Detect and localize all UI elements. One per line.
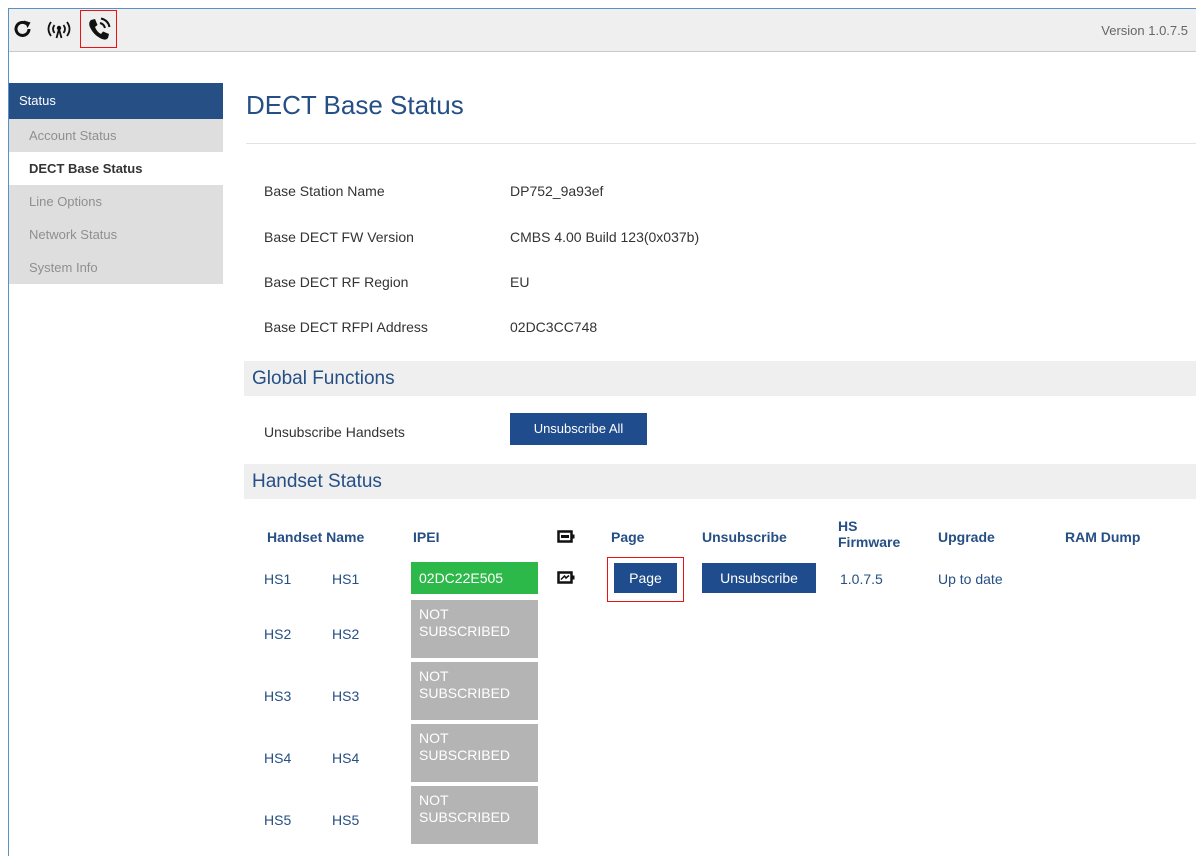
page-title: DECT Base Status <box>246 90 464 120</box>
column-header-upgrade: Upgrade <box>938 529 995 545</box>
wireless-icon[interactable] <box>39 11 79 47</box>
unsubscribe-button[interactable]: Unsubscribe <box>702 563 816 593</box>
info-label: Unsubscribe Handsets <box>264 424 405 440</box>
column-header-ipei: IPEI <box>413 529 440 545</box>
sidebar-item-system-info[interactable]: System Info <box>9 251 223 284</box>
ipei-not-subscribed-badge: NOT SUBSCRIBED <box>411 600 538 658</box>
section-heading-global-functions: Global Functions <box>244 361 1196 396</box>
handset-name: HS1 <box>332 571 360 587</box>
handset-id: HS1 <box>264 571 292 587</box>
page-button-highlight <box>607 557 684 602</box>
handset-firmware: 1.0.7.5 <box>840 571 883 587</box>
column-header-ram-dump: RAM Dump <box>1065 529 1141 545</box>
top-toolbar: Version 1.0.7.5 <box>9 9 1196 52</box>
battery-full-icon <box>557 530 575 548</box>
ipei-not-subscribed-badge: NOT SUBSCRIBED <box>411 786 538 844</box>
info-label: Base DECT RFPI Address <box>264 319 428 335</box>
sidebar-header-status[interactable]: Status <box>9 83 223 119</box>
handset-id: HS5 <box>264 812 292 828</box>
column-header-unsubscribe: Unsubscribe <box>702 529 787 545</box>
sidebar: Status Account Status DECT Base Status L… <box>9 83 223 284</box>
firmware-version: Version 1.0.7.5 <box>1101 23 1188 38</box>
info-value: DP752_9a93ef <box>510 183 604 199</box>
info-label: Base Station Name <box>264 183 385 199</box>
info-value: CMBS 4.00 Build 123(0x037b) <box>510 229 700 245</box>
battery-charging-icon <box>557 571 575 589</box>
column-header-handset-name: Handset Name <box>267 529 365 545</box>
refresh-icon[interactable] <box>12 11 34 47</box>
sidebar-item-account-status[interactable]: Account Status <box>9 119 223 152</box>
ipei-subscribed-badge: 02DC22E505 <box>411 562 538 594</box>
phone-ring-icon[interactable] <box>80 10 117 48</box>
handset-name: HS5 <box>332 812 360 828</box>
upgrade-status: Up to date <box>938 571 1003 587</box>
handset-id: HS4 <box>264 750 292 766</box>
sidebar-item-line-options[interactable]: Line Options <box>9 185 223 218</box>
info-label: Base DECT FW Version <box>264 229 414 245</box>
ipei-not-subscribed-badge: NOT SUBSCRIBED <box>411 724 538 782</box>
title-divider <box>246 143 1196 144</box>
handset-id: HS2 <box>264 626 292 642</box>
ipei-not-subscribed-badge: NOT SUBSCRIBED <box>411 662 538 720</box>
handset-id: HS3 <box>264 688 292 704</box>
info-label: Base DECT RF Region <box>264 274 409 290</box>
column-header-hs-firmware: HS Firmware <box>838 518 901 550</box>
unsubscribe-all-button[interactable]: Unsubscribe All <box>510 413 647 445</box>
handset-name: HS2 <box>332 626 360 642</box>
handset-name: HS3 <box>332 688 360 704</box>
section-heading-handset-status: Handset Status <box>244 464 1196 499</box>
sidebar-item-network-status[interactable]: Network Status <box>9 218 223 251</box>
sidebar-item-dect-base-status[interactable]: DECT Base Status <box>9 152 223 185</box>
info-value: 02DC3CC748 <box>510 319 598 335</box>
column-header-page: Page <box>611 529 645 545</box>
info-value: EU <box>510 274 530 290</box>
handset-name: HS4 <box>332 750 360 766</box>
